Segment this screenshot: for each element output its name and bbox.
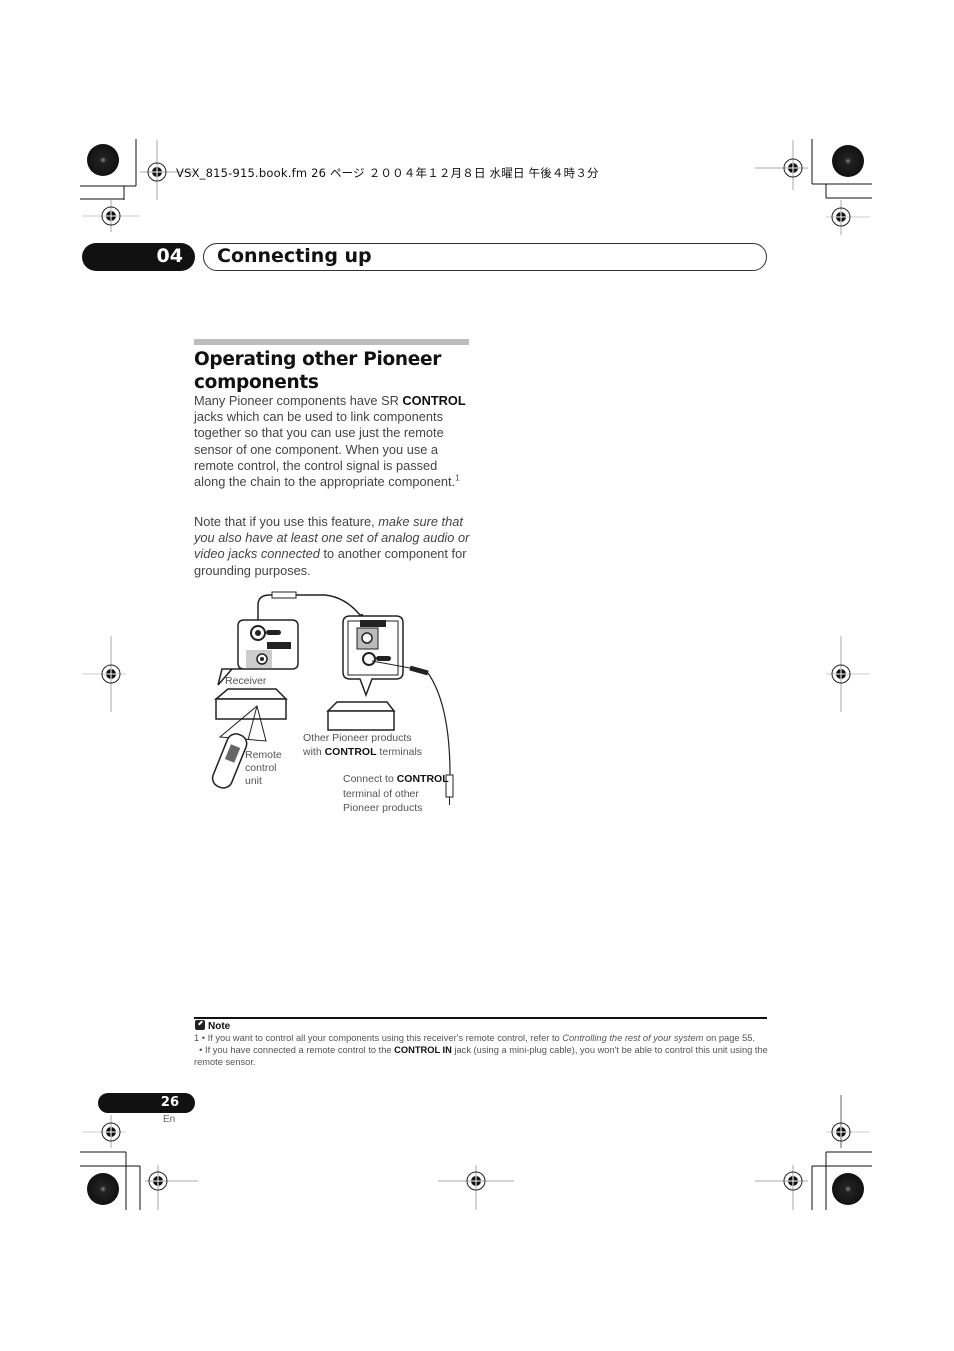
note-body: 1 • If you want to control all your comp… [194, 1032, 769, 1068]
color-target-icon [832, 1173, 864, 1205]
chapter-tab: 04 [82, 243, 195, 271]
label-out [376, 656, 391, 661]
pencil-icon [195, 1020, 205, 1030]
other-product-icon [326, 701, 396, 712]
connection-diagram: Receiver Remote control unit Other Pione… [200, 585, 470, 825]
registration-mark-icon [826, 200, 870, 235]
registration-mark-icon [755, 1165, 808, 1210]
registration-mark-icon [438, 1165, 514, 1210]
other-products-label-2: with CONTROL terminals [303, 746, 422, 760]
note-divider [194, 1017, 767, 1019]
remote-label-line: unit [245, 775, 262, 787]
text: on page 55. [703, 1033, 756, 1043]
note-item-1: 1 • If you want to control all your comp… [194, 1032, 769, 1044]
remote-control-icon [211, 733, 248, 789]
text: • If you have connected a remote control… [194, 1045, 395, 1055]
jack-out [362, 652, 376, 666]
color-target-icon [87, 144, 119, 176]
text: Many Pioneer components have SR [194, 393, 403, 408]
section-heading: Operating other Pioneer components [194, 349, 442, 393]
registration-mark-icon [82, 200, 140, 232]
connect-to-label-3: Pioneer products [343, 802, 423, 814]
note-heading: Note [195, 1020, 230, 1032]
crop-and-registration-marks [80, 139, 872, 1210]
page-language: En [163, 1114, 176, 1125]
label-control [360, 620, 386, 627]
registration-mark-icon [145, 1165, 198, 1210]
paragraph-intro: Many Pioneer components have SR CONTROL … [194, 393, 472, 490]
receiver-label: Receiver [225, 675, 267, 687]
footnote-reference[interactable]: 1 [455, 474, 459, 483]
cross-reference: Controlling the rest of your system [562, 1033, 704, 1043]
diagram-drawing [211, 591, 454, 805]
bold-term: CONTROL [402, 393, 466, 408]
label-control [267, 642, 291, 649]
chapter-title-box: Connecting up [203, 243, 767, 271]
print-header-stamp: VSX_815-915.book.fm 26 ページ ２００４年１２月８日 水曜… [176, 166, 599, 180]
bold-term: CONTROL [324, 746, 377, 758]
text: • If you want to control all your compon… [199, 1033, 563, 1043]
remote-label-line: control [245, 762, 277, 774]
page-number-tab: 26 [98, 1093, 195, 1113]
registration-mark-icon [826, 636, 870, 712]
cable [427, 672, 451, 776]
remote-label-line: Remote [245, 749, 282, 761]
registration-mark-icon [82, 636, 126, 712]
chapter-number: 04 [156, 245, 183, 267]
section-divider [194, 339, 469, 345]
other-products-label: Other Pioneer products [303, 732, 412, 744]
connect-to-label: Connect to CONTROL [343, 773, 449, 787]
plug [409, 665, 429, 676]
text: jacks which can be used to link componen… [194, 409, 456, 490]
color-target-icon [87, 1173, 119, 1205]
text: terminals [376, 746, 423, 758]
text: Note that if you use this feature, [194, 514, 379, 529]
color-target-icon [832, 145, 864, 177]
connect-to-label-2: terminal of other [343, 788, 419, 800]
registration-mark-icon [755, 140, 808, 190]
label-out [266, 630, 281, 635]
text: Connect to [343, 773, 397, 785]
receiver-icon [213, 688, 288, 700]
paragraph-grounding: Note that if you use this feature, make … [194, 514, 472, 579]
text: with [303, 746, 325, 758]
registration-mark-icon [826, 1095, 870, 1148]
bold-term: CONTROL IN [394, 1045, 452, 1055]
jack-in [361, 632, 373, 644]
chapter-title: Connecting up [217, 245, 372, 267]
note-item-2: • If you have connected a remote control… [194, 1044, 769, 1068]
bold-term: CONTROL [396, 773, 449, 785]
note-title: Note [208, 1021, 231, 1032]
plug-connector [271, 591, 297, 599]
registration-mark-icon [82, 1115, 126, 1148]
page-number: 26 [160, 1095, 179, 1110]
